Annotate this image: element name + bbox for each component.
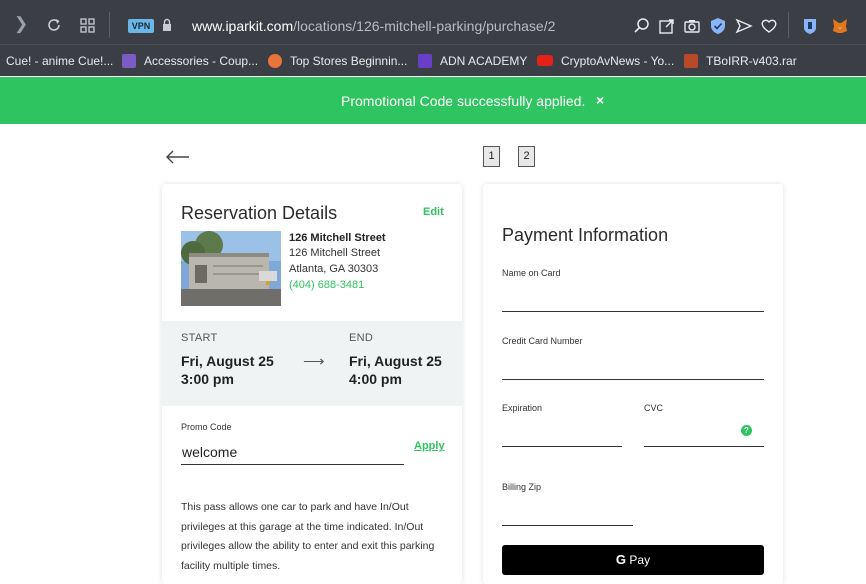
reservation-card: Reservation Details Edit 126 Mitchell St…: [162, 184, 462, 584]
step-2[interactable]: 2: [518, 146, 535, 167]
reload-icon[interactable]: [46, 17, 62, 33]
forward-icon[interactable]: ❯: [14, 14, 28, 34]
pass-description: This pass allows one car to park and hav…: [181, 501, 435, 572]
time-range-panel: START Fri, August 25 3:00 pm ⟶ END Fri, …: [162, 321, 462, 406]
billing-zip-label: Billing Zip: [502, 482, 542, 492]
edit-link[interactable]: Edit: [423, 206, 444, 218]
location-name: 126 Mitchell Street: [289, 232, 386, 244]
end-date: Fri, August 25: [349, 353, 442, 369]
card-number-label: Credit Card Number: [502, 336, 583, 346]
vpn-badge[interactable]: VPN: [128, 19, 154, 33]
start-date: Fri, August 25: [181, 353, 274, 369]
google-g-icon: G: [615, 552, 627, 567]
bookmark-cue[interactable]: Cue! - anime Cue!...: [6, 53, 113, 69]
share-icon[interactable]: [658, 17, 676, 35]
help-icon[interactable]: ?: [741, 425, 752, 436]
bookmark-label: ADN ACADEMY: [440, 54, 528, 68]
youtube-icon: [537, 55, 553, 66]
search-icon[interactable]: [633, 17, 651, 35]
payment-card: Payment Information Name on Card Credit …: [483, 184, 783, 584]
url-domain: www.iparkit.com: [192, 18, 294, 34]
toolbar-divider: [788, 12, 789, 38]
bookmarks-bar: Cue! - anime Cue!... Accessories - Coup.…: [0, 44, 866, 76]
name-on-card-label: Name on Card: [502, 268, 561, 278]
bookmark-cryptoavnews[interactable]: CryptoAvNews - Yo...: [537, 53, 674, 69]
coupon-icon: [122, 54, 136, 68]
address-line-1: 126 Mitchell Street: [289, 247, 381, 259]
arrow-right-icon: ⟶: [303, 353, 325, 370]
expiration-label: Expiration: [502, 403, 543, 413]
send-icon[interactable]: [735, 17, 753, 35]
url-text[interactable]: www.iparkit.com/locations/126-mitchell-p…: [192, 18, 555, 35]
bookmark-top-stores[interactable]: Top Stores Beginnin...: [268, 53, 407, 69]
apply-button[interactable]: Apply: [414, 440, 445, 452]
location-photo: [181, 231, 281, 306]
gpay-label: Pay: [629, 553, 651, 567]
bookmark-accessories[interactable]: Accessories - Coup...: [122, 53, 258, 69]
promo-code-input[interactable]: [181, 439, 404, 465]
cvc-label: CVC: [644, 403, 664, 413]
step-1[interactable]: 1: [483, 146, 500, 167]
expiration-input[interactable]: [502, 425, 622, 447]
list-icon: [418, 54, 432, 68]
url-path: /locations/126-mitchell-parking/purchase…: [293, 18, 556, 34]
banner-message: Promotional Code successfully applied.: [341, 93, 586, 109]
start-label: START: [181, 332, 218, 344]
billing-zip-input[interactable]: [502, 504, 633, 526]
bookmark-label: Top Stores Beginnin...: [290, 54, 408, 68]
promo-success-banner: Promotional Code successfully applied. ×: [0, 77, 866, 124]
bookmark-adn-academy[interactable]: ADN ACADEMY: [418, 53, 527, 69]
phone-link[interactable]: (404) 688-3481: [289, 279, 364, 291]
lock-icon[interactable]: [162, 18, 172, 32]
end-time: 4:00 pm: [349, 371, 402, 387]
close-icon[interactable]: ×: [596, 92, 604, 108]
card-number-input[interactable]: [502, 358, 764, 380]
metamask-fox-icon[interactable]: [831, 17, 849, 35]
extension-shield-icon[interactable]: [801, 17, 819, 35]
toolbar-overflow: [857, 12, 866, 38]
reservation-title: Reservation Details: [181, 203, 338, 223]
bookmark-label: TBoIRR-v403.rar: [706, 54, 797, 68]
heart-icon[interactable]: [760, 17, 778, 35]
google-pay-button[interactable]: G Pay: [502, 545, 764, 575]
address-line-2: Atlanta, GA 30303: [289, 263, 379, 275]
shield-icon[interactable]: [709, 17, 727, 35]
toolbar-divider: [109, 12, 110, 38]
promo-code-label: Promo Code: [181, 422, 232, 432]
bookmark-label: CryptoAvNews - Yo...: [561, 54, 675, 68]
back-arrow-icon[interactable]: [166, 145, 190, 169]
camera-icon[interactable]: [683, 17, 701, 35]
tabs-grid-icon[interactable]: [80, 18, 95, 33]
bookmark-label: Accessories - Coup...: [144, 54, 259, 68]
bookmark-label: Cue! - anime Cue!...: [6, 54, 114, 68]
address-bar[interactable]: VPN www.iparkit.com/locations/126-mitche…: [118, 8, 780, 44]
store-icon: [268, 54, 282, 68]
archive-icon: [684, 54, 698, 68]
name-on-card-input[interactable]: [502, 290, 764, 312]
payment-title: Payment Information: [502, 225, 669, 245]
start-time: 3:00 pm: [181, 371, 234, 387]
bookmark-tboirr[interactable]: TBoIRR-v403.rar: [684, 53, 797, 69]
browser-toolbar: ❯ VPN www.iparkit.com/locations/126-mitc…: [0, 0, 866, 44]
end-label: END: [349, 332, 374, 344]
